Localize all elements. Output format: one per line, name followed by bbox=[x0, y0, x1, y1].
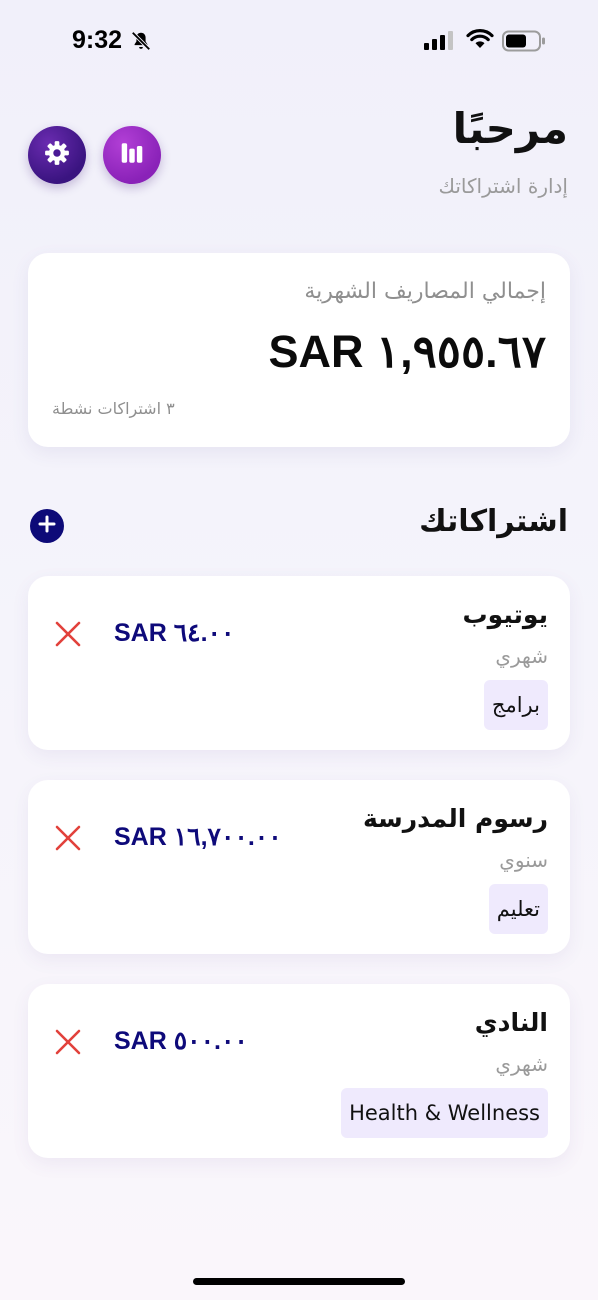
close-icon bbox=[54, 1029, 82, 1060]
stats-button[interactable] bbox=[103, 126, 161, 184]
wifi-icon bbox=[466, 28, 494, 54]
add-subscription-button[interactable] bbox=[30, 509, 64, 543]
battery-icon bbox=[502, 30, 546, 56]
billing-cycle: شهري bbox=[495, 644, 548, 668]
subscription-price: SAR ٦٤.٠٠ bbox=[114, 619, 235, 647]
active-subscriptions-count: ٣ اشتراكات نشطة bbox=[52, 399, 175, 418]
subscription-name: رسوم المدرسة bbox=[363, 804, 548, 833]
settings-button[interactable] bbox=[28, 126, 86, 184]
close-icon bbox=[54, 621, 82, 652]
bell-slash-icon bbox=[130, 30, 152, 56]
gear-icon bbox=[43, 139, 71, 171]
subscription-name: يوتيوب bbox=[462, 600, 548, 629]
subscription-card[interactable]: رسوم المدرسة سنوي تعليم SAR ١٦,٧٠٠.٠٠ bbox=[28, 780, 570, 954]
status-bar: 9:32 bbox=[0, 0, 598, 82]
subscription-name: النادي bbox=[474, 1008, 548, 1037]
subscription-card[interactable]: النادي شهري Health & Wellness SAR ٥٠٠.٠٠ bbox=[28, 984, 570, 1158]
total-label: إجمالي المصاريف الشهرية bbox=[304, 279, 546, 304]
page-title: مرحبًا bbox=[452, 104, 568, 153]
delete-button[interactable] bbox=[54, 824, 82, 852]
close-icon bbox=[54, 825, 82, 856]
category-tag: Health & Wellness bbox=[341, 1088, 548, 1138]
home-indicator[interactable] bbox=[193, 1278, 405, 1285]
category-tag: برامج bbox=[483, 680, 548, 730]
status-time: 9:32 bbox=[72, 26, 123, 54]
subscription-price: SAR ٥٠٠.٠٠ bbox=[114, 1027, 248, 1055]
bar-chart-icon bbox=[119, 140, 145, 170]
total-amount: SAR ١,٩٥٥.٦٧ bbox=[268, 326, 546, 377]
plus-icon bbox=[38, 515, 56, 537]
subscription-card[interactable]: يوتيوب شهري برامج SAR ٦٤.٠٠ bbox=[28, 576, 570, 750]
delete-button[interactable] bbox=[54, 620, 82, 648]
signal-icon bbox=[424, 30, 456, 54]
delete-button[interactable] bbox=[54, 1028, 82, 1056]
subscription-price: SAR ١٦,٧٠٠.٠٠ bbox=[114, 823, 282, 851]
subscriptions-heading: اشتراكاتك bbox=[419, 504, 568, 539]
page-subtitle: إدارة اشتراكاتك bbox=[438, 174, 569, 198]
monthly-total-card: إجمالي المصاريف الشهرية SAR ١,٩٥٥.٦٧ ٣ ا… bbox=[28, 253, 570, 447]
billing-cycle: سنوي bbox=[499, 848, 548, 872]
category-tag: تعليم bbox=[488, 884, 548, 934]
billing-cycle: شهري bbox=[495, 1052, 548, 1076]
